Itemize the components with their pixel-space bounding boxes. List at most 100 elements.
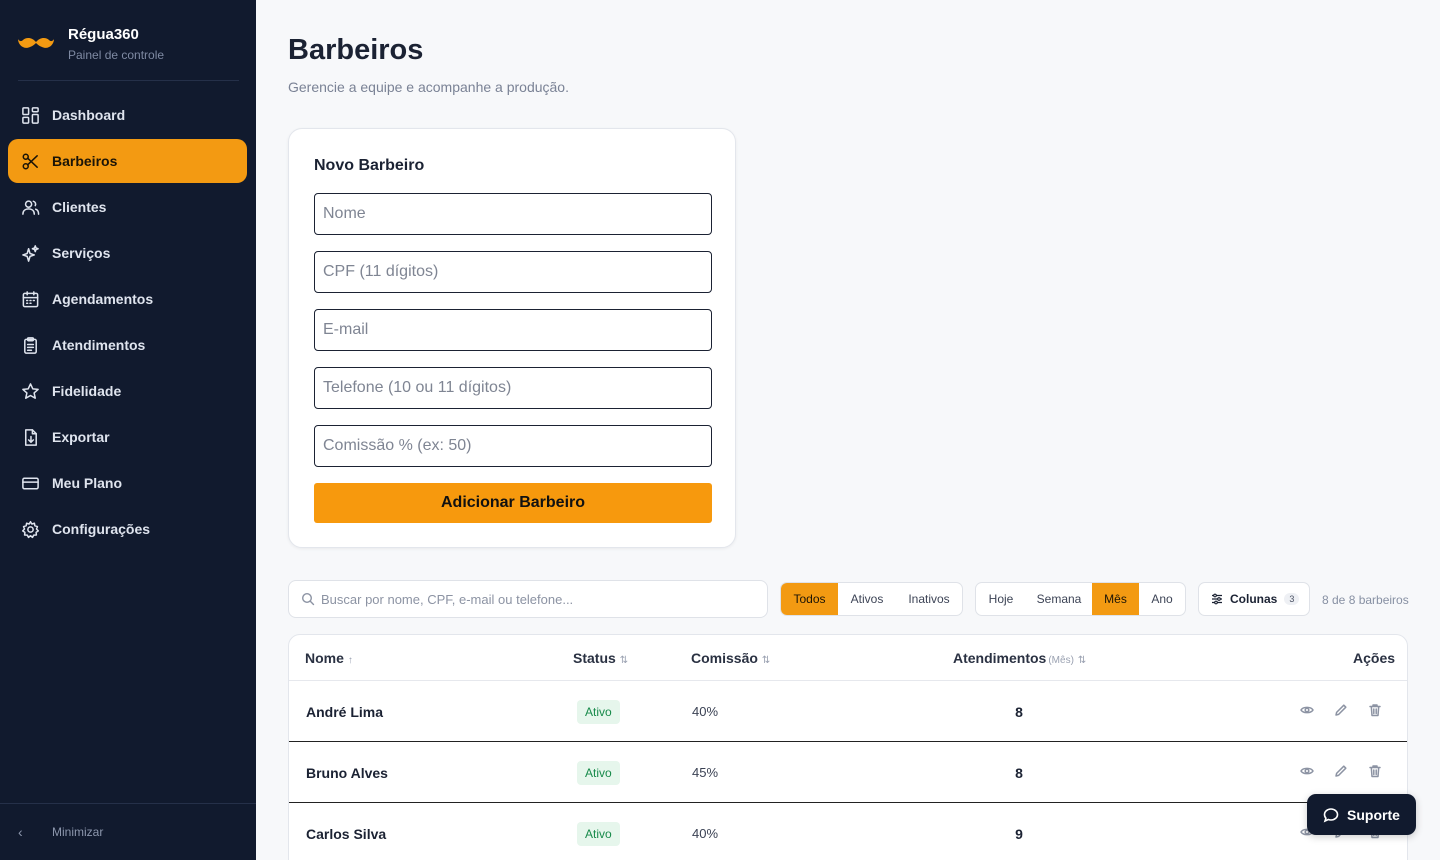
table-header: Nome ↑ Status ⇅ Comissão ⇅ Atendimentos (Mês… xyxy=(289,635,1407,681)
support-label: Suporte xyxy=(1347,806,1400,823)
header-label: Atendimentos xyxy=(953,650,1047,666)
edit-icon[interactable] xyxy=(1334,764,1350,780)
status-filter: Todos Ativos Inativos xyxy=(780,582,963,616)
table-row: Carlos Silva Ativo 40% 9 xyxy=(289,803,1407,860)
calendar-icon xyxy=(20,289,40,309)
minimize-label: Minimizar xyxy=(52,825,104,839)
filter-todos[interactable]: Todos xyxy=(781,583,838,615)
status-badge: Ativo xyxy=(577,822,620,846)
table-row: André Lima Ativo 40% 8 xyxy=(289,681,1407,742)
chevron-left-icon: ‹ xyxy=(18,824,23,840)
sidebar-item-servicos[interactable]: Serviços xyxy=(8,231,247,275)
users-icon xyxy=(20,197,40,217)
brand[interactable]: Régua360 Painel de controle xyxy=(18,26,239,81)
column-header-acoes: Ações xyxy=(1353,650,1396,666)
search-icon xyxy=(301,592,315,606)
sidebar-item-dashboard[interactable]: Dashboard xyxy=(8,93,247,137)
phone-field[interactable] xyxy=(314,367,712,409)
sparkles-icon xyxy=(20,243,40,263)
mustache-icon xyxy=(18,37,54,48)
sidebar-item-label: Dashboard xyxy=(52,107,126,123)
sidebar-item-clientes[interactable]: Clientes xyxy=(8,185,247,229)
barber-name: André Lima xyxy=(306,704,384,720)
add-barber-button[interactable]: Adicionar Barbeiro xyxy=(314,483,712,523)
columns-count-badge: 3 xyxy=(1284,593,1300,605)
period-filter: Hoje Semana Mês Ano xyxy=(975,582,1186,616)
period-mes[interactable]: Mês xyxy=(1092,583,1139,615)
header-label: Comissão xyxy=(691,650,758,666)
sliders-icon xyxy=(1212,593,1222,605)
filter-inativos[interactable]: Inativos xyxy=(896,583,962,615)
view-icon[interactable] xyxy=(1300,703,1316,719)
commission-value: 45% xyxy=(692,765,719,780)
sidebar-item-meu-plano[interactable]: Meu Plano xyxy=(8,461,247,505)
gear-icon xyxy=(20,519,40,539)
column-header-status[interactable]: Status ⇅ xyxy=(573,650,628,666)
commission-value: 40% xyxy=(692,826,719,841)
appointments-count: 9 xyxy=(1015,826,1023,842)
dashboard-icon xyxy=(20,105,40,125)
period-hoje[interactable]: Hoje xyxy=(976,583,1026,615)
view-icon[interactable] xyxy=(1300,764,1316,780)
sidebar-item-fidelidade[interactable]: Fidelidade xyxy=(8,369,247,413)
sidebar-item-label: Serviços xyxy=(52,245,111,261)
column-header-atendimentos[interactable]: Atendimentos (Mês) ⇅ xyxy=(953,650,1086,666)
sidebar-item-atendimentos[interactable]: Atendimentos xyxy=(8,323,247,367)
support-button[interactable]: Suporte xyxy=(1307,794,1416,835)
search-input[interactable] xyxy=(321,581,761,617)
result-count: 8 de 8 barbeiros xyxy=(1322,593,1409,607)
clipboard-icon xyxy=(20,335,40,355)
chat-bubble-icon xyxy=(1323,807,1339,822)
sort-icon: ⇅ xyxy=(761,655,771,666)
period-ano[interactable]: Ano xyxy=(1139,583,1185,615)
column-header-nome[interactable]: Nome ↑ xyxy=(305,650,353,666)
sort-icon: ⇅ xyxy=(1077,655,1087,666)
table-row: Bruno Alves Ativo 45% 8 xyxy=(289,742,1407,803)
page-subtitle: Gerencie a equipe e acompanhe a produção… xyxy=(288,79,569,95)
sidebar-item-label: Agendamentos xyxy=(52,291,154,307)
sidebar-item-label: Configurações xyxy=(52,521,151,537)
cpf-field[interactable] xyxy=(314,251,712,293)
appointments-count: 8 xyxy=(1015,765,1023,781)
sidebar: Régua360 Painel de controle Dashboard Ba… xyxy=(0,0,256,860)
search-box xyxy=(288,580,768,618)
star-icon xyxy=(20,381,40,401)
delete-icon[interactable] xyxy=(1368,764,1384,780)
sidebar-item-exportar[interactable]: Exportar xyxy=(8,415,247,459)
email-field[interactable] xyxy=(314,309,712,351)
commission-field[interactable] xyxy=(314,425,712,467)
sidebar-item-label: Atendimentos xyxy=(52,337,146,353)
sidebar-footer: ‹ Minimizar xyxy=(0,803,256,860)
sidebar-item-agendamentos[interactable]: Agendamentos xyxy=(8,277,247,321)
columns-label: Colunas xyxy=(1230,592,1278,606)
scissors-icon xyxy=(20,151,40,171)
header-label: Nome xyxy=(305,650,344,666)
brand-name: Régua360 xyxy=(68,26,139,43)
delete-icon[interactable] xyxy=(1368,703,1384,719)
columns-button[interactable]: Colunas 3 xyxy=(1198,582,1310,616)
edit-icon[interactable] xyxy=(1334,703,1350,719)
brand-subtitle: Painel de controle xyxy=(68,48,165,62)
page-title: Barbeiros xyxy=(288,34,424,66)
sidebar-item-barbeiros[interactable]: Barbeiros xyxy=(8,139,247,183)
sort-asc-icon: ↑ xyxy=(347,655,353,666)
sidebar-item-label: Clientes xyxy=(52,199,107,215)
sidebar-nav: Dashboard Barbeiros Clientes Serviços Ag… xyxy=(8,93,247,553)
header-label: Status xyxy=(573,650,616,666)
column-header-comissao[interactable]: Comissão ⇅ xyxy=(691,650,770,666)
name-field[interactable] xyxy=(314,193,712,235)
filter-ativos[interactable]: Ativos xyxy=(838,583,896,615)
barber-name: Carlos Silva xyxy=(306,826,387,842)
period-semana[interactable]: Semana xyxy=(1026,583,1092,615)
status-badge: Ativo xyxy=(577,700,620,724)
sort-icon: ⇅ xyxy=(619,655,629,666)
sidebar-item-configuracoes[interactable]: Configurações xyxy=(8,507,247,551)
main-content: Barbeiros Gerencie a equipe e acompanhe … xyxy=(256,0,1440,860)
barber-name: Bruno Alves xyxy=(306,765,388,781)
sidebar-item-label: Exportar xyxy=(52,429,110,445)
minimize-button[interactable]: ‹ Minimizar xyxy=(18,824,103,840)
appointments-count: 8 xyxy=(1015,704,1023,720)
period-unit: (Mês) xyxy=(1048,655,1074,666)
commission-value: 40% xyxy=(692,704,719,719)
sidebar-item-label: Fidelidade xyxy=(52,383,122,399)
